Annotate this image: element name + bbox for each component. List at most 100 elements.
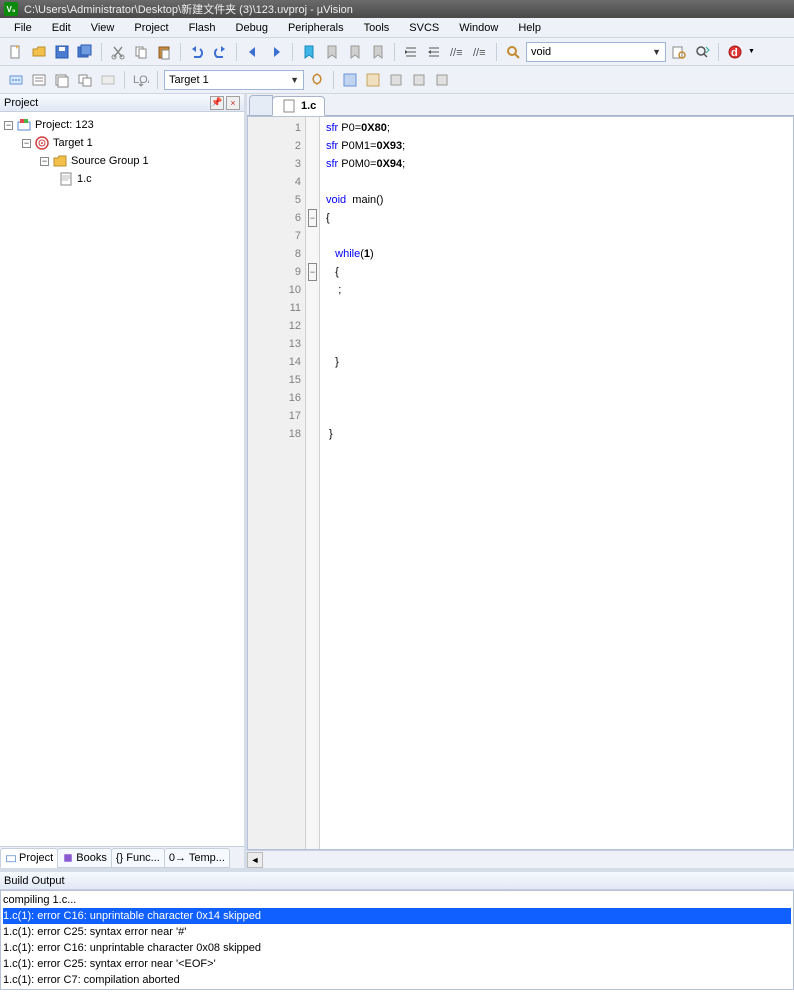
menu-bar: FileEditViewProjectFlashDebugPeripherals… (0, 18, 794, 38)
redo-button[interactable] (210, 42, 230, 62)
scroll-left-button[interactable]: ◄ (247, 852, 263, 868)
build-line[interactable]: 1.c(1): error C25: syntax error near '<E… (3, 956, 791, 972)
config-wizard-button[interactable] (432, 70, 452, 90)
stop-build-button[interactable] (98, 70, 118, 90)
save-all-button[interactable] (75, 42, 95, 62)
target-combo-value: Target 1 (169, 74, 209, 86)
undo-button[interactable] (187, 42, 207, 62)
menu-flash[interactable]: Flash (179, 20, 226, 36)
rebuild-button[interactable] (52, 70, 72, 90)
c-file-icon (58, 171, 74, 187)
build-output-title: Build Output (4, 875, 65, 887)
menu-help[interactable]: Help (508, 20, 551, 36)
manage-env-button[interactable] (363, 70, 383, 90)
target-options-button[interactable] (307, 70, 327, 90)
fold-toggle[interactable]: − (308, 209, 317, 227)
translate-button[interactable] (6, 70, 26, 90)
project-panel: Project 📌 × − Project: 123 − Target 1 − … (0, 94, 247, 868)
toolbar-build: LOAD Target 1 ▼ (0, 66, 794, 94)
tree-project-root[interactable]: − Project: 123 (2, 116, 242, 134)
download-button[interactable]: LOAD (131, 70, 151, 90)
open-file-button[interactable] (29, 42, 49, 62)
nav-back-button[interactable] (243, 42, 263, 62)
tree-group-label: Source Group 1 (71, 155, 149, 167)
menu-window[interactable]: Window (449, 20, 508, 36)
svg-text://≡: //≡ (473, 47, 486, 59)
copy-button[interactable] (131, 42, 151, 62)
build-line[interactable]: 1.c(1): error C7: compilation aborted (3, 972, 791, 988)
pack-installer-button[interactable] (409, 70, 429, 90)
app-icon: V₅ (4, 2, 18, 16)
uncomment-button[interactable]: //≡ (470, 42, 490, 62)
target-combo[interactable]: Target 1 ▼ (164, 70, 304, 90)
books-tab-icon (62, 852, 74, 864)
project-panel-tabs: Project Books {} Func... 0→ Temp... (0, 846, 244, 868)
cut-button[interactable] (108, 42, 128, 62)
title-bar: V₅ C:\Users\Administrator\Desktop\新建文件夹 … (0, 0, 794, 18)
folder-icon (52, 153, 68, 169)
expander-icon[interactable]: − (22, 139, 31, 148)
svg-text:d: d (731, 47, 738, 59)
editor-hscroll[interactable]: ◄ (247, 850, 794, 868)
editor-tab-file[interactable]: 1.c (272, 96, 325, 116)
tab-functions[interactable]: {} Func... (111, 848, 165, 868)
bookmark-next-button[interactable] (345, 42, 365, 62)
indent-button[interactable] (401, 42, 421, 62)
tree-file[interactable]: 1.c (2, 170, 242, 188)
expander-icon[interactable]: − (40, 157, 49, 166)
menu-svcs[interactable]: SVCS (399, 20, 449, 36)
tree-target[interactable]: − Target 1 (2, 134, 242, 152)
file-ext-button[interactable] (340, 70, 360, 90)
menu-peripherals[interactable]: Peripherals (278, 20, 354, 36)
save-button[interactable] (52, 42, 72, 62)
debug-dropdown-icon[interactable]: ▼ (748, 48, 755, 55)
find-button[interactable] (503, 42, 523, 62)
fold-toggle[interactable]: − (308, 263, 317, 281)
expander-icon[interactable]: − (4, 121, 13, 130)
panel-close-button[interactable]: × (226, 96, 240, 110)
books-button[interactable] (386, 70, 406, 90)
project-panel-header: Project 📌 × (0, 94, 244, 112)
build-line[interactable]: 1.c(1): error C16: unprintable character… (3, 940, 791, 956)
project-tree[interactable]: − Project: 123 − Target 1 − Source Group… (0, 112, 244, 846)
editor-tabs: 1.c (247, 94, 794, 116)
build-line[interactable]: 1.c(1): error C25: syntax error near '#' (3, 924, 791, 940)
menu-view[interactable]: View (81, 20, 125, 36)
menu-debug[interactable]: Debug (226, 20, 278, 36)
nav-forward-button[interactable] (266, 42, 286, 62)
batch-build-button[interactable] (75, 70, 95, 90)
project-panel-title: Project (4, 97, 38, 109)
bookmark-clear-button[interactable] (368, 42, 388, 62)
panel-pin-button[interactable]: 📌 (210, 96, 224, 110)
build-output-body[interactable]: compiling 1.c...1.c(1): error C16: unpri… (0, 890, 794, 990)
new-file-button[interactable] (6, 42, 26, 62)
menu-tools[interactable]: Tools (354, 20, 400, 36)
unindent-button[interactable] (424, 42, 444, 62)
build-button[interactable] (29, 70, 49, 90)
tab-templates[interactable]: 0→ Temp... (164, 848, 230, 868)
bookmark-prev-button[interactable] (322, 42, 342, 62)
tree-group[interactable]: − Source Group 1 (2, 152, 242, 170)
build-line[interactable]: 1.c(1): error C16: unprintable character… (3, 908, 791, 924)
tree-file-label: 1.c (77, 173, 92, 185)
svg-text://≡: //≡ (450, 47, 463, 59)
tab-project[interactable]: Project (0, 848, 58, 868)
main-area: Project 📌 × − Project: 123 − Target 1 − … (0, 94, 794, 868)
bookmark-button[interactable] (299, 42, 319, 62)
find-in-files-button[interactable] (669, 42, 689, 62)
editor-area: 1.c 123456789101112131415161718 −− sfr P… (247, 94, 794, 868)
find-combo[interactable]: void ▼ (526, 42, 666, 62)
build-line[interactable]: compiling 1.c... (3, 892, 791, 908)
code-content[interactable]: sfr P0=0X80;sfr P0M1=0X93;sfr P0M0=0X94;… (320, 117, 793, 849)
paste-button[interactable] (154, 42, 174, 62)
code-editor[interactable]: 123456789101112131415161718 −− sfr P0=0X… (247, 116, 794, 850)
window-title: C:\Users\Administrator\Desktop\新建文件夹 (3)… (24, 1, 353, 17)
menu-project[interactable]: Project (124, 20, 178, 36)
menu-edit[interactable]: Edit (42, 20, 81, 36)
incremental-find-button[interactable] (692, 42, 712, 62)
tab-books[interactable]: Books (57, 848, 112, 868)
menu-file[interactable]: File (4, 20, 42, 36)
comment-button[interactable]: //≡ (447, 42, 467, 62)
debug-button[interactable]: d (725, 42, 745, 62)
tab-label: Project (19, 852, 53, 864)
